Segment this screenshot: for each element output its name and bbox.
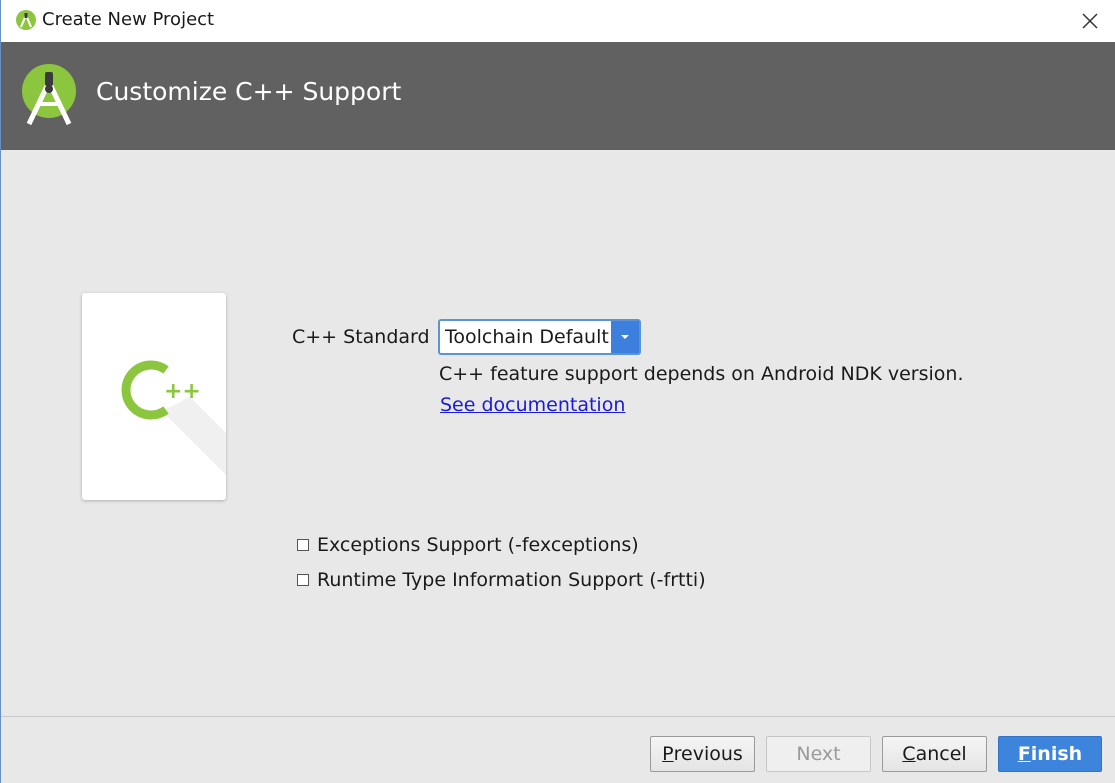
exceptions-checkbox-box[interactable] <box>297 539 309 551</box>
see-documentation-link[interactable]: See documentation <box>440 394 625 416</box>
footer-divider <box>1 716 1115 717</box>
rtti-support-checkbox[interactable]: Runtime Type Information Support (-frtti… <box>297 569 706 591</box>
exceptions-support-checkbox[interactable]: Exceptions Support (-fexceptions) <box>297 534 639 556</box>
previous-mnemonic: P <box>662 743 674 765</box>
exceptions-support-label: Exceptions Support (-fexceptions) <box>317 534 639 556</box>
chevron-down-icon[interactable] <box>611 321 639 353</box>
cpp-icon: ++ <box>121 360 226 475</box>
android-studio-logo-icon <box>22 64 76 126</box>
finish-mnemonic: F <box>1017 743 1031 765</box>
cpp-standard-value: Toolchain Default <box>445 326 609 348</box>
close-icon <box>1082 13 1098 29</box>
previous-label: revious <box>673 743 743 765</box>
finish-label: inish <box>1030 743 1083 765</box>
next-button[interactable]: Next <box>766 736 871 772</box>
cancel-label: ancel <box>915 743 967 765</box>
cpp-standard-dropdown[interactable]: Toolchain Default <box>438 319 641 355</box>
cpp-card: ++ <box>82 293 226 500</box>
cpp-standard-label: C++ Standard <box>292 326 430 348</box>
next-label: Next <box>796 743 841 765</box>
create-project-window: Create New Project Customize C++ Support… <box>0 0 1115 783</box>
close-button[interactable] <box>1073 4 1107 38</box>
cancel-mnemonic: C <box>902 743 916 765</box>
previous-button[interactable]: Previous <box>650 736 755 772</box>
wizard-header: Customize C++ Support <box>1 42 1115 150</box>
rtti-checkbox-box[interactable] <box>297 574 309 586</box>
ndk-hint-text: C++ feature support depends on Android N… <box>439 363 964 385</box>
title-bar: Create New Project <box>1 0 1115 42</box>
android-studio-icon <box>16 10 36 30</box>
cancel-button[interactable]: Cancel <box>882 736 987 772</box>
finish-button[interactable]: Finish <box>998 736 1102 772</box>
page-heading: Customize C++ Support <box>96 77 402 106</box>
window-title: Create New Project <box>42 9 215 30</box>
plus-plus-glyph: ++ <box>164 379 201 404</box>
rtti-support-label: Runtime Type Information Support (-frtti… <box>317 569 706 591</box>
